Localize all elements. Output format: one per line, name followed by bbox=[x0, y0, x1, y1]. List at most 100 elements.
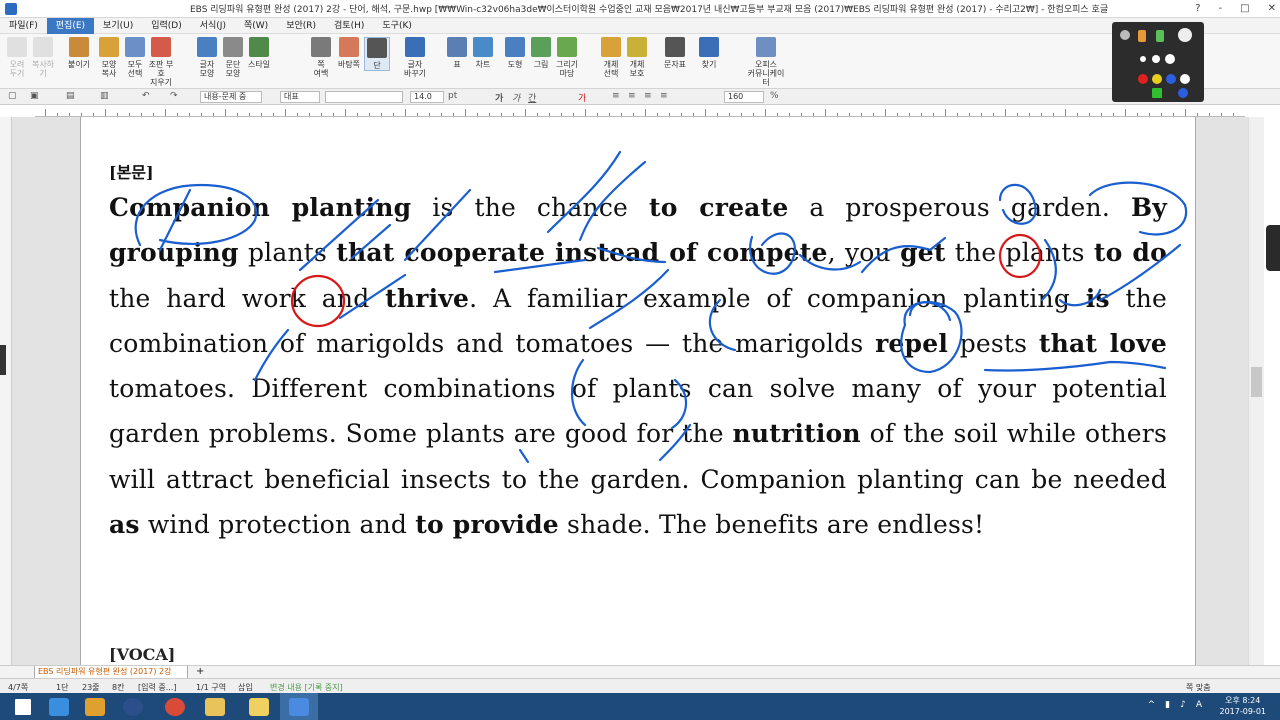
size-dot-icon[interactable] bbox=[1152, 55, 1160, 63]
menu-item[interactable]: 보안(R) bbox=[277, 18, 325, 34]
ribbon-button[interactable]: 조판 부호 지우기 bbox=[148, 37, 174, 87]
pointer-icon[interactable] bbox=[1120, 30, 1130, 40]
tray-arrow-icon[interactable]: ^ bbox=[1148, 700, 1156, 710]
status-track-changes[interactable]: 변경 내용 [기록 중지] bbox=[270, 682, 343, 693]
align-center-icon[interactable]: ≡ bbox=[644, 91, 652, 101]
menu-item[interactable]: 파일(F) bbox=[0, 18, 47, 34]
style-select[interactable]: 내용-문제 중 bbox=[200, 91, 262, 103]
size-dot-icon[interactable] bbox=[1140, 56, 1146, 62]
minimize-button[interactable]: - bbox=[1219, 0, 1223, 18]
size-dot-icon[interactable] bbox=[1165, 54, 1175, 64]
ribbon-button[interactable]: 문자표 bbox=[662, 37, 688, 69]
menu-item[interactable]: 입력(D) bbox=[142, 18, 191, 34]
align-left-icon[interactable]: ≡ bbox=[628, 91, 636, 101]
clock[interactable]: 오후 8:24 2017-09-01 bbox=[1220, 695, 1267, 717]
ribbon-button[interactable]: 도형 bbox=[502, 37, 528, 69]
color-yellow-icon[interactable] bbox=[1152, 74, 1162, 84]
ribbon-button[interactable]: 복사하기 bbox=[30, 37, 56, 78]
left-panel-handle[interactable] bbox=[0, 345, 6, 375]
zoom-input[interactable]: 160 bbox=[724, 91, 764, 103]
passage-paragraph[interactable]: Companion planting is the chance to crea… bbox=[109, 185, 1167, 547]
align-right-icon[interactable]: ≡ bbox=[660, 91, 668, 101]
status-view-fit[interactable]: 쪽 맞춤 bbox=[1186, 682, 1211, 693]
ruler-tick bbox=[621, 113, 622, 116]
ribbon-button[interactable]: 모두 선택 bbox=[122, 37, 148, 78]
menu-item[interactable]: 도구(K) bbox=[373, 18, 421, 34]
add-tab-button[interactable]: + bbox=[196, 666, 204, 677]
network-icon[interactable]: ▮ bbox=[1165, 700, 1170, 710]
bold-icon[interactable]: 가 bbox=[495, 91, 503, 104]
ie-taskbar-button[interactable] bbox=[40, 693, 78, 720]
pen-green-icon[interactable] bbox=[1156, 30, 1164, 42]
store-taskbar-button[interactable] bbox=[76, 693, 114, 720]
align-justify-icon[interactable]: ≡ bbox=[612, 91, 620, 101]
vertical-ruler[interactable] bbox=[0, 117, 12, 665]
document-page[interactable]: [본문] Companion planting is the chance to… bbox=[80, 117, 1196, 665]
menu-item[interactable]: 쪽(W) bbox=[235, 18, 277, 34]
color-red-icon[interactable] bbox=[1138, 74, 1148, 84]
start-taskbar-button[interactable] bbox=[4, 693, 42, 720]
side-panel-handle[interactable] bbox=[1266, 225, 1280, 271]
volume-icon[interactable]: ♪ bbox=[1180, 700, 1186, 710]
status-mode[interactable]: 삽입 bbox=[238, 682, 253, 693]
ribbon-button[interactable]: 모양 복사 bbox=[96, 37, 122, 78]
color-green-icon[interactable] bbox=[1152, 88, 1162, 98]
ribbon-button[interactable]: 찾기 bbox=[696, 37, 722, 69]
ribbon-button[interactable]: 그림 bbox=[528, 37, 554, 69]
underline-icon[interactable]: 간 bbox=[528, 91, 536, 104]
ribbon-button[interactable]: 글자 바꾸기 bbox=[402, 37, 428, 78]
help-button[interactable]: ? bbox=[1195, 0, 1200, 18]
ruler-tick bbox=[1137, 113, 1138, 116]
ruler-tick bbox=[873, 113, 874, 116]
font-name-select[interactable] bbox=[325, 91, 403, 103]
color-white-icon[interactable] bbox=[1180, 74, 1190, 84]
document-body[interactable]: [본문] Companion planting is the chance to… bbox=[109, 161, 1167, 547]
new-doc-icon[interactable]: ▢ bbox=[8, 91, 17, 101]
ribbon-button[interactable]: 글자 모양 bbox=[194, 37, 220, 78]
ribbon-button[interactable]: 차트 bbox=[470, 37, 496, 69]
vertical-scrollbar[interactable] bbox=[1248, 117, 1264, 665]
italic-icon[interactable]: 가 bbox=[512, 91, 520, 104]
notes-taskbar-button[interactable] bbox=[240, 693, 278, 720]
ribbon-button[interactable]: 개체 선택 bbox=[598, 37, 624, 78]
explorer-taskbar-button[interactable] bbox=[196, 693, 234, 720]
ribbon-button[interactable]: 문단 모양 bbox=[220, 37, 246, 78]
ribbon-button[interactable]: 쪽 여백 bbox=[308, 37, 334, 78]
hwp-taskbar-button[interactable] bbox=[280, 693, 318, 720]
ribbon-button[interactable]: 붙이기 bbox=[66, 37, 92, 69]
ribbon-button[interactable]: 개체 보호 bbox=[624, 37, 650, 78]
menu-item[interactable]: 편집(E) bbox=[46, 17, 95, 34]
hwp-app-icon[interactable] bbox=[5, 3, 17, 15]
font-size-input[interactable]: 14.0 bbox=[410, 91, 444, 103]
help-taskbar-button[interactable] bbox=[114, 693, 152, 720]
ribbon-button[interactable]: 바탕쪽 bbox=[336, 37, 362, 69]
ribbon-button[interactable]: 그리기마당 bbox=[554, 37, 580, 78]
print-icon[interactable]: ▥ bbox=[100, 91, 109, 101]
chrome-taskbar-button[interactable] bbox=[156, 693, 194, 720]
save-icon[interactable]: ▤ bbox=[66, 91, 75, 101]
redo-icon[interactable]: ↷ bbox=[170, 91, 178, 101]
pen-tool-palette[interactable] bbox=[1112, 22, 1204, 102]
menu-item[interactable]: 서식(J) bbox=[191, 18, 235, 34]
ribbon-button[interactable]: 스타일 bbox=[246, 37, 272, 69]
ribbon-button[interactable]: 오려 두기 bbox=[4, 37, 30, 78]
star-icon[interactable] bbox=[1178, 28, 1192, 42]
color-blue-icon[interactable] bbox=[1178, 88, 1188, 98]
pen-orange-icon[interactable] bbox=[1138, 30, 1146, 42]
color-blue-icon[interactable] bbox=[1166, 74, 1176, 84]
ribbon-button[interactable]: 단 bbox=[364, 37, 390, 71]
menu-item[interactable]: 검토(H) bbox=[325, 18, 373, 34]
close-button[interactable]: ✕ bbox=[1268, 0, 1276, 18]
font-color-icon[interactable]: 가 bbox=[578, 91, 586, 104]
menu-item[interactable]: 보기(U) bbox=[94, 18, 142, 34]
maximize-button[interactable]: □ bbox=[1240, 0, 1249, 18]
status-page[interactable]: 4/7쪽 bbox=[8, 682, 28, 693]
open-icon[interactable]: ▣ bbox=[30, 91, 39, 101]
ime-indicator[interactable]: A bbox=[1196, 700, 1202, 710]
font-lang-select[interactable]: 대표 bbox=[280, 91, 320, 103]
scroll-thumb[interactable] bbox=[1251, 367, 1262, 397]
ribbon-button[interactable]: 오피스 커뮤니케이터 bbox=[744, 37, 788, 87]
undo-icon[interactable]: ↶ bbox=[142, 91, 150, 101]
horizontal-ruler[interactable] bbox=[35, 105, 1245, 117]
ribbon-button[interactable]: 표 bbox=[444, 37, 470, 69]
